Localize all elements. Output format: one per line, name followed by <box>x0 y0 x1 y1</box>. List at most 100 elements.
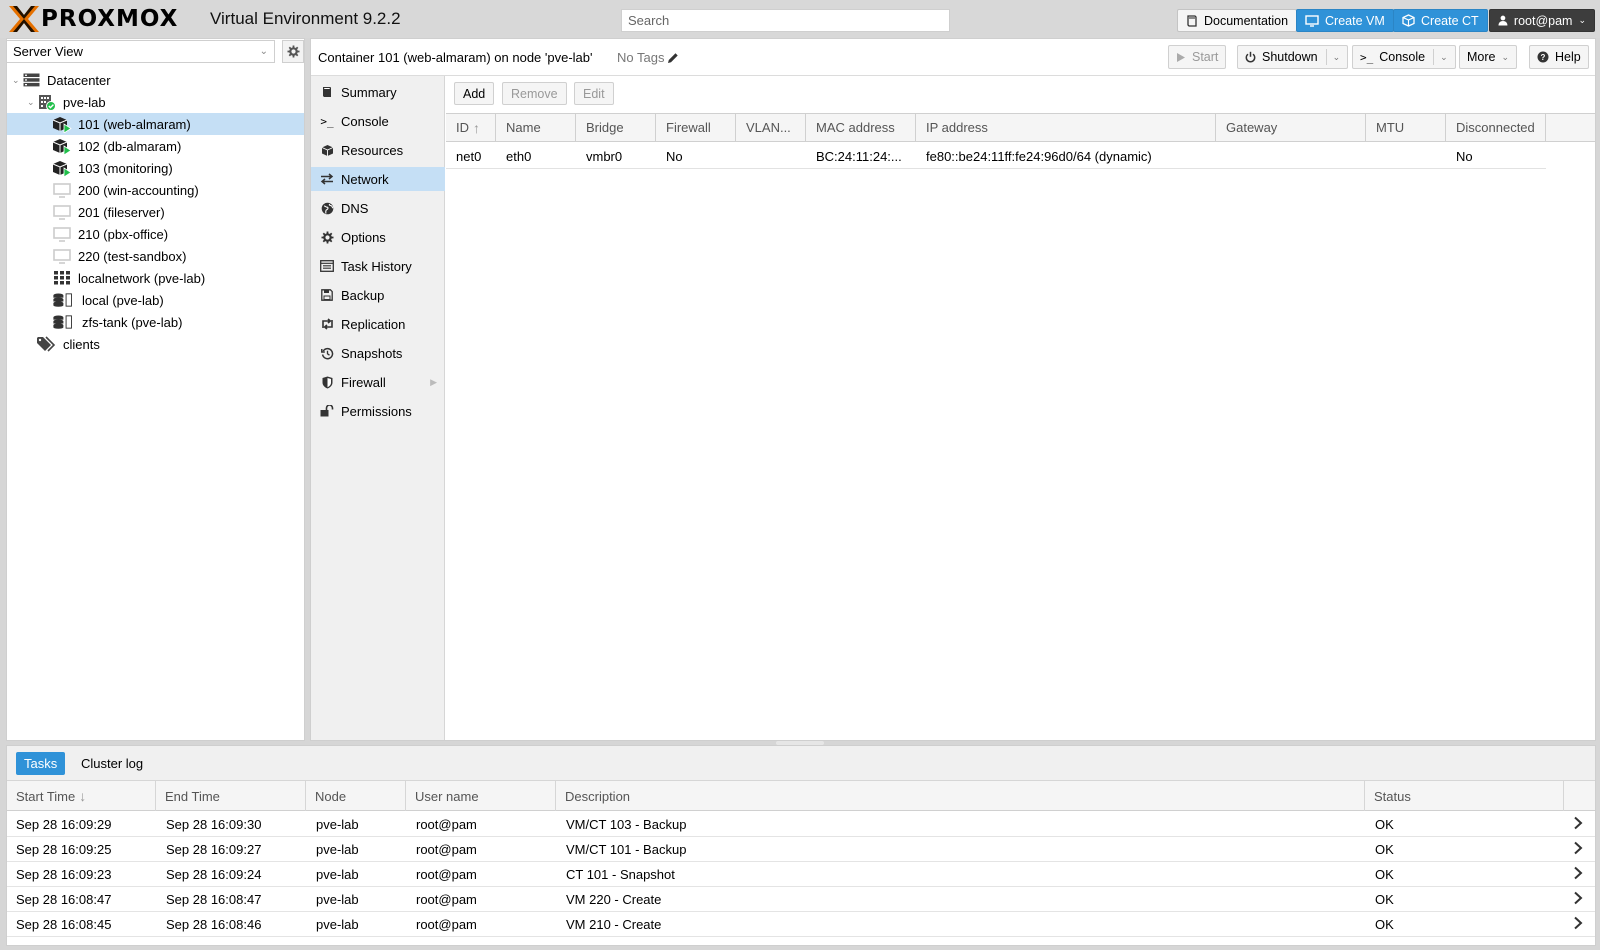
chevron-right-icon[interactable] <box>1573 866 1583 880</box>
add-button[interactable]: Add <box>454 82 495 105</box>
chevron-right-icon[interactable] <box>1573 816 1583 830</box>
column-header-mtu[interactable]: MTU <box>1366 113 1446 142</box>
terminal-icon: >_ <box>320 114 334 128</box>
vm-stopped-icon <box>52 247 72 265</box>
menu-item-network[interactable]: Network <box>311 167 445 191</box>
chevron-down-icon[interactable]: ⌄ <box>12 75 20 86</box>
chevron-right-icon[interactable] <box>1573 916 1583 930</box>
start-button[interactable]: Start <box>1168 45 1227 69</box>
menu-item-console[interactable]: >_ Console <box>311 109 445 133</box>
sort-ascending-icon: ↑ <box>473 119 480 136</box>
remove-button[interactable]: Remove <box>502 82 567 105</box>
pencil-icon[interactable] <box>667 52 679 64</box>
task-user: root@pam <box>416 817 477 832</box>
tree-node-label: 103 (monitoring) <box>78 160 173 176</box>
search-input[interactable] <box>621 9 950 32</box>
column-header-id[interactable]: ID ↑ <box>446 113 496 142</box>
tags-icon <box>36 335 56 353</box>
column-header-node[interactable]: Node <box>306 781 406 811</box>
menu-item-replication[interactable]: Replication <box>311 312 445 336</box>
chevron-down-icon[interactable]: ⌄ <box>27 97 35 108</box>
tree-node-label: pve-lab <box>63 94 106 110</box>
task-start-time: Sep 28 16:09:25 <box>16 842 112 857</box>
task-description: VM 210 - Create <box>566 917 662 932</box>
tree-node-ct-103[interactable]: 103 (monitoring) <box>7 157 304 179</box>
product-version: Virtual Environment 9.2.2 <box>210 9 401 28</box>
more-button[interactable]: More ⌄ <box>1459 45 1518 69</box>
create-ct-button[interactable]: Create CT <box>1393 9 1488 32</box>
column-header-ip[interactable]: IP address <box>916 113 1216 142</box>
cell-gateway <box>1216 145 1366 167</box>
tree-node-vm-210[interactable]: 210 (pbx-office) <box>7 223 304 245</box>
task-row[interactable]: Sep 28 16:09:23 Sep 28 16:09:24 pve-lab … <box>7 862 1595 887</box>
tree-node-localnetwork[interactable]: localnetwork (pve-lab) <box>7 267 304 289</box>
tree-node-label: 201 (fileserver) <box>78 204 165 220</box>
tree-node-ct-101[interactable]: 101 (web-almaram) <box>7 113 304 135</box>
task-user: root@pam <box>416 867 477 882</box>
column-header-bridge[interactable]: Bridge <box>576 113 656 142</box>
documentation-button[interactable]: Documentation <box>1177 9 1298 32</box>
console-button[interactable]: >_ Console ⌄ <box>1352 45 1456 69</box>
tree-settings-button[interactable] <box>282 40 304 63</box>
chevron-right-icon[interactable]: ▶ <box>430 377 437 388</box>
column-header-name[interactable]: Name <box>496 113 576 142</box>
desktop-icon <box>1305 14 1319 27</box>
view-selector[interactable]: Server View ⌄ <box>6 40 275 63</box>
menu-item-task-history[interactable]: Task History <box>311 254 445 278</box>
task-row[interactable]: Sep 28 16:08:45 Sep 28 16:08:46 pve-lab … <box>7 912 1595 937</box>
column-header-vlan[interactable]: VLAN... <box>736 113 806 142</box>
shield-icon <box>319 376 335 389</box>
column-header-gateway[interactable]: Gateway <box>1216 113 1366 142</box>
play-icon <box>1177 52 1185 62</box>
tree-node-datacenter[interactable]: ⌄ Datacenter <box>7 69 304 91</box>
column-header-description[interactable]: Description <box>556 781 1365 811</box>
tree-node-vm-220[interactable]: 220 (test-sandbox) <box>7 245 304 267</box>
edit-button[interactable]: Edit <box>574 82 614 105</box>
column-header-firewall[interactable]: Firewall <box>656 113 736 142</box>
tree-node-clients[interactable]: clients <box>7 333 304 355</box>
tree-node-vm-201[interactable]: 201 (fileserver) <box>7 201 304 223</box>
column-header-end-time[interactable]: End Time <box>156 781 306 811</box>
chevron-right-icon[interactable] <box>1573 891 1583 905</box>
task-status: OK <box>1375 817 1394 832</box>
column-header-mac[interactable]: MAC address <box>806 113 916 142</box>
menu-item-resources[interactable]: Resources <box>311 138 445 162</box>
chevron-right-icon[interactable] <box>1573 841 1583 855</box>
tree-node-pve-lab[interactable]: ⌄ pve-lab <box>7 91 304 113</box>
task-row[interactable]: Sep 28 16:09:29 Sep 28 16:09:30 pve-lab … <box>7 812 1595 837</box>
user-menu-button[interactable]: root@pam ⌄ <box>1489 9 1595 32</box>
tree-node-vm-200[interactable]: 200 (win-accounting) <box>7 179 304 201</box>
menu-item-label: Console <box>341 113 389 129</box>
tags-editor[interactable]: No Tags <box>617 50 679 65</box>
menu-item-snapshots[interactable]: Snapshots <box>311 341 445 365</box>
column-header-disconnected[interactable]: Disconnected <box>1446 113 1546 142</box>
menu-item-firewall[interactable]: Firewall ▶ <box>311 370 445 394</box>
column-header-start-time[interactable]: Start Time ↓ <box>7 781 156 811</box>
tree-node-storage-local[interactable]: local (pve-lab) <box>7 289 304 311</box>
task-row[interactable]: Sep 28 16:08:47 Sep 28 16:08:47 pve-lab … <box>7 887 1595 912</box>
menu-item-label: Snapshots <box>341 345 403 361</box>
cell-bridge: vmbr0 <box>586 148 623 164</box>
task-user: root@pam <box>416 917 477 932</box>
task-status: OK <box>1375 917 1394 932</box>
menu-item-summary[interactable]: Summary <box>311 80 445 104</box>
column-header-user-name[interactable]: User name <box>406 781 556 811</box>
tree-node-ct-102[interactable]: 102 (db-almaram) <box>7 135 304 157</box>
menu-item-backup[interactable]: Backup <box>311 283 445 307</box>
tab-cluster-log[interactable]: Cluster log <box>79 752 145 775</box>
create-vm-button[interactable]: Create VM <box>1296 9 1394 32</box>
menu-item-options[interactable]: Options <box>311 225 445 249</box>
help-button[interactable]: ? Help <box>1529 45 1589 69</box>
chevron-down-icon[interactable]: ⌄ <box>1333 52 1341 63</box>
task-node: pve-lab <box>316 842 359 857</box>
menu-item-dns[interactable]: DNS <box>311 196 445 220</box>
chevron-down-icon[interactable]: ⌄ <box>1440 52 1448 63</box>
task-row[interactable]: Sep 28 16:09:25 Sep 28 16:09:27 pve-lab … <box>7 837 1595 862</box>
tree-node-storage-zfs-tank[interactable]: zfs-tank (pve-lab) <box>7 311 304 333</box>
column-header-status[interactable]: Status <box>1365 781 1564 811</box>
tab-tasks[interactable]: Tasks <box>16 752 66 775</box>
menu-item-permissions[interactable]: Permissions <box>311 399 445 423</box>
proxmox-logo[interactable]: PROXMOX <box>8 4 178 34</box>
power-icon <box>1245 51 1256 63</box>
shutdown-button[interactable]: Shutdown ⌄ <box>1237 45 1349 69</box>
